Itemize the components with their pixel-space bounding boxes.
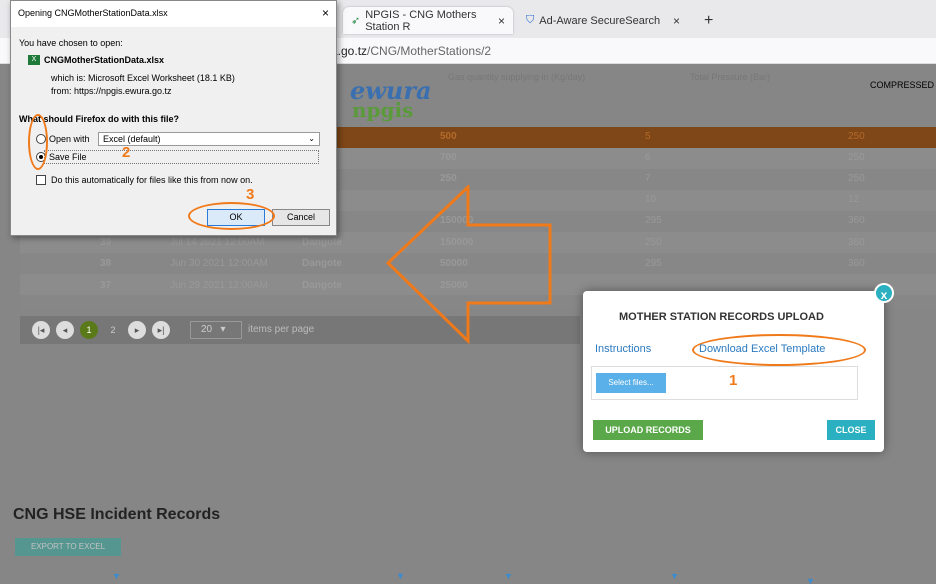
close-icon[interactable]: × <box>322 6 329 20</box>
cell-val: 250 <box>848 152 865 163</box>
annotation-number: 2 <box>122 144 131 161</box>
open-with-select[interactable]: Excel (default) ⌄ <box>98 132 320 146</box>
cell-pressure: 5 <box>645 131 651 142</box>
open-with-label: Open with <box>49 134 90 144</box>
next-page-icon[interactable]: ▸ <box>128 321 146 339</box>
file-type: which is: Microsoft Excel Worksheet (18.… <box>51 73 235 83</box>
cancel-button[interactable]: Cancel <box>272 209 330 226</box>
open-with-value: Excel (default) <box>103 134 161 144</box>
filter-icon[interactable]: ▼ <box>396 571 405 581</box>
filter-icon[interactable]: ▼ <box>112 571 121 581</box>
modal-title: MOTHER STATION RECORDS UPLOAD <box>619 311 824 323</box>
filter-icon[interactable]: ▼ <box>806 576 815 586</box>
auto-checkbox[interactable] <box>36 175 46 185</box>
annotation-ring <box>188 202 275 230</box>
cell-pressure: 10 <box>645 194 657 205</box>
upload-records-button[interactable]: UPLOAD RECORDS <box>593 420 703 440</box>
cell-val: 360 <box>848 258 865 269</box>
file-source: from: https://npgis.ewura.go.tz <box>51 86 172 96</box>
cell-val: 12 <box>848 194 860 205</box>
annotation-ring <box>28 114 48 170</box>
cell-val: 360 <box>848 215 865 226</box>
cell-pressure: 295 <box>645 215 662 226</box>
file-drop-area[interactable]: Select files... <box>591 366 858 400</box>
page-1-button[interactable]: 1 <box>80 321 98 339</box>
filter-icon[interactable]: ▼ <box>504 571 513 581</box>
close-button[interactable]: CLOSE <box>827 420 875 440</box>
instructions-link[interactable]: Instructions <box>595 343 651 355</box>
page-size-select[interactable]: 20 ▾ <box>190 321 242 339</box>
dialog-title: Opening CNGMotherStationData.xlsx <box>18 8 168 18</box>
hse-section-title: CNG HSE Incident Records <box>13 506 221 523</box>
chosen-label: You have chosen to open: <box>19 38 123 48</box>
page-size-value: 20 <box>201 324 213 335</box>
annotation-arrow <box>385 185 552 345</box>
cell-qty: 700 <box>440 152 457 163</box>
items-per-page-label: items per page <box>248 324 315 335</box>
cell-owner: Dangote <box>302 280 342 291</box>
annotation-ring <box>692 334 866 366</box>
excel-file-icon: X <box>28 55 40 65</box>
cell-pressure: 6 <box>645 152 651 163</box>
cell-date: Jun 29 2021 12:00AM <box>170 280 268 291</box>
last-page-icon[interactable]: ▸| <box>152 321 170 339</box>
cell-id: 39 <box>100 237 112 248</box>
chevron-down-icon: ⌄ <box>308 134 315 143</box>
dialog-titlebar: Opening CNGMotherStationData.xlsx × <box>11 1 336 27</box>
page-2-button[interactable]: 2 <box>104 321 122 339</box>
firefox-download-dialog: Opening CNGMotherStationData.xlsx × You … <box>10 0 337 236</box>
cell-pressure: 295 <box>645 258 662 269</box>
cell-date: Jul 14 2021 12:00AM <box>170 237 265 248</box>
select-files-button[interactable]: Select files... <box>596 373 666 393</box>
cell-val: 250 <box>848 173 865 184</box>
cell-owner: Dangote <box>302 258 342 269</box>
cell-pressure: 7 <box>645 173 651 184</box>
prev-page-icon[interactable]: ◂ <box>56 321 74 339</box>
cell-pressure: 250 <box>645 237 662 248</box>
cell-date: Jun 30 2021 12:00AM <box>170 258 268 269</box>
cell-val: 250 <box>848 131 865 142</box>
auto-label: Do this automatically for files like thi… <box>51 175 253 185</box>
cell-id: 37 <box>100 280 112 291</box>
save-file-label: Save File <box>49 152 87 162</box>
export-excel-button[interactable]: EXPORT TO EXCEL <box>15 538 121 556</box>
filter-icon[interactable]: ▼ <box>670 571 679 581</box>
cell-id: 38 <box>100 258 112 269</box>
annotation-number: 3 <box>246 186 255 203</box>
first-page-icon[interactable]: |◂ <box>32 321 50 339</box>
cell-val: 360 <box>848 237 865 248</box>
file-name: CNGMotherStationData.xlsx <box>44 55 165 65</box>
cell-qty: 250 <box>440 173 457 184</box>
cell-owner: Dangote <box>302 237 342 248</box>
annotation-number: 1 <box>729 372 738 389</box>
cell-qty: 500 <box>440 131 457 142</box>
modal-close-icon[interactable]: x <box>874 283 894 303</box>
